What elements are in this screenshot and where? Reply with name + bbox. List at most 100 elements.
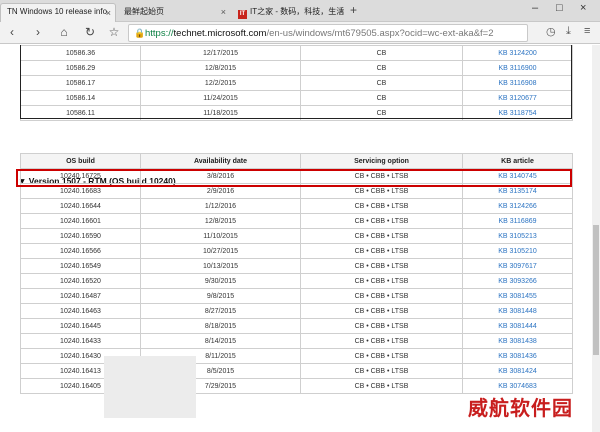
back-icon[interactable]: ‹ — [4, 25, 20, 39]
version-1507-table: OS build Availability date Servicing optio… — [20, 153, 573, 394]
os-build-cell: 10240.16683 — [20, 183, 141, 199]
column-header: Servicing option — [300, 153, 463, 169]
table-row: 10240.16725 3/8/2016 CB • CBB • LTSB KB 314… — [20, 168, 573, 184]
redacted-area — [104, 356, 196, 418]
kb-article-link[interactable]: KB 3074683 — [498, 383, 537, 390]
kb-article-link[interactable]: KB 3093266 — [498, 278, 537, 285]
servicing-option-cell: CB • CBB • LTSB — [300, 168, 463, 184]
servicing-option-cell: CB • CBB • LTSB — [300, 288, 463, 304]
availability-date-cell: 12/8/2015 — [140, 213, 301, 229]
table-row: 10240.16683 2/9/2016 CB • CBB • LTSB KB 313… — [20, 183, 573, 199]
servicing-option-cell: CB — [300, 60, 463, 76]
kb-article-link[interactable]: KB 3097617 — [498, 263, 537, 270]
kb-article-link[interactable]: KB 3081436 — [498, 353, 537, 360]
servicing-option-cell: CB • CBB • LTSB — [300, 303, 463, 319]
kb-article-link[interactable]: KB 3140745 — [498, 173, 537, 180]
kb-article-link[interactable]: KB 3120677 — [498, 95, 537, 102]
servicing-option-cell: CB • CBB • LTSB — [300, 243, 463, 259]
kb-article-link[interactable]: KB 3124200 — [498, 50, 537, 57]
column-header: KB article — [462, 153, 573, 169]
kb-article-link[interactable]: KB 3116869 — [498, 218, 536, 225]
kb-article-cell: KB 3081424 — [462, 363, 573, 379]
kb-article-cell: KB 3116908 — [462, 75, 573, 91]
kb-article-link[interactable]: KB 3081444 — [498, 323, 537, 330]
url-text: https://technet.microsoft.com/en-us/wind… — [145, 28, 494, 39]
kb-article-link[interactable]: KB 3081455 — [498, 293, 537, 300]
servicing-option-cell: CB — [300, 75, 463, 91]
kb-article-cell: KB 3116869 — [462, 213, 573, 229]
table-row: 10240.16566 10/27/2015 CB • CBB • LTSB KB 3… — [20, 243, 573, 259]
availability-date-cell: 3/8/2016 — [140, 168, 301, 184]
forward-icon[interactable]: › — [30, 25, 46, 39]
close-icon[interactable]: × — [221, 7, 226, 17]
kb-article-link[interactable]: KB 3135174 — [498, 188, 537, 195]
kb-article-link[interactable]: KB 3081424 — [498, 368, 537, 375]
table-header-row: OS build Availability date Servicing optio… — [20, 153, 573, 169]
kb-article-cell: KB 3081444 — [462, 318, 573, 334]
browser-toolbar: ‹ › ⌂ ↻ ☆ 🔒 https://technet.microsoft.co… — [0, 22, 600, 44]
kb-article-cell: KB 3105210 — [462, 243, 573, 259]
close-icon[interactable]: × — [106, 8, 111, 18]
history-icon[interactable]: ◷ — [546, 25, 556, 38]
os-build-cell: 10240.16725 — [20, 168, 141, 184]
tab-ithome[interactable]: IT IT之家 - 数码，科技，生活 × — [232, 3, 348, 22]
os-build-cell: 10240.16566 — [20, 243, 141, 259]
maximize-icon[interactable]: □ — [556, 2, 563, 14]
table-row: 10240.16549 10/13/2015 CB • CBB • LTSB KB 3… — [20, 258, 573, 274]
kb-article-link[interactable]: KB 3116908 — [498, 80, 536, 87]
kb-article-link[interactable]: KB 3118754 — [498, 110, 536, 117]
kb-article-cell: KB 3081436 — [462, 348, 573, 364]
scroll-thumb[interactable] — [593, 225, 599, 355]
version-1511-table: 10586.36 12/17/2015 CB KB 3124200 10586.29 12… — [20, 45, 573, 121]
kb-article-cell: KB 3120677 — [462, 90, 573, 106]
table-row: 10240.16433 8/14/2015 CB • CBB • LTSB KB 30… — [20, 333, 573, 349]
kb-article-cell: KB 3105213 — [462, 228, 573, 244]
tab-technet[interactable]: TN Windows 10 release info × — [0, 3, 116, 22]
os-build-cell: 10586.14 — [20, 90, 141, 106]
availability-date-cell: 10/13/2015 — [140, 258, 301, 274]
kb-article-link[interactable]: KB 3116900 — [498, 65, 536, 72]
servicing-option-cell: CB • CBB • LTSB — [300, 183, 463, 199]
kb-article-link[interactable]: KB 3105213 — [498, 233, 537, 240]
kb-article-cell: KB 3093266 — [462, 273, 573, 289]
minimize-icon[interactable]: – — [532, 2, 538, 14]
kb-article-link[interactable]: KB 3081448 — [498, 308, 537, 315]
table-row: 10240.16445 8/18/2015 CB • CBB • LTSB KB 30… — [20, 318, 573, 334]
tab-label: 最鲜起始页 — [124, 7, 164, 16]
availability-date-cell: 9/30/2015 — [140, 273, 301, 289]
new-tab-icon[interactable]: + — [350, 3, 357, 17]
tab-start-page[interactable]: 最鲜起始页 × — [118, 3, 230, 22]
kb-article-cell: KB 3124200 — [462, 45, 573, 61]
kb-article-cell: KB 3081438 — [462, 333, 573, 349]
vertical-scrollbar[interactable] — [592, 45, 600, 432]
os-build-cell: 10240.16549 — [20, 258, 141, 274]
close-icon[interactable]: × — [339, 7, 344, 17]
kb-article-cell: KB 3118754 — [462, 105, 573, 121]
reload-icon[interactable]: ↻ — [82, 25, 98, 39]
servicing-option-cell: CB — [300, 45, 463, 61]
availability-date-cell: 9/8/2015 — [140, 288, 301, 304]
os-build-cell: 10240.16644 — [20, 198, 141, 214]
home-icon[interactable]: ⌂ — [56, 25, 72, 39]
os-build-cell: 10586.29 — [20, 60, 141, 76]
servicing-option-cell: CB • CBB • LTSB — [300, 378, 463, 394]
tab-strip: TN Windows 10 release info × 最鲜起始页 × IT I… — [0, 0, 600, 22]
servicing-option-cell: CB • CBB • LTSB — [300, 348, 463, 364]
kb-article-link[interactable]: KB 3081438 — [498, 338, 537, 345]
download-icon[interactable]: ⤓ — [566, 25, 571, 38]
os-build-cell: 10240.16463 — [20, 303, 141, 319]
menu-icon[interactable]: ≡ — [584, 25, 590, 37]
bookmark-star-icon[interactable]: ☆ — [106, 25, 122, 39]
window-close-icon[interactable]: × — [580, 2, 586, 14]
kb-article-cell: KB 3081448 — [462, 303, 573, 319]
table-row: 10240.16644 1/12/2016 CB • CBB • LTSB KB 31… — [20, 198, 573, 214]
servicing-option-cell: CB — [300, 105, 463, 121]
lock-icon: 🔒 — [134, 28, 146, 38]
availability-date-cell: 12/2/2015 — [140, 75, 301, 91]
address-bar[interactable]: 🔒 https://technet.microsoft.com/en-us/wi… — [128, 24, 528, 42]
servicing-option-cell: CB • CBB • LTSB — [300, 273, 463, 289]
kb-article-link[interactable]: KB 3124266 — [498, 203, 537, 210]
table-row: 10586.11 11/18/2015 CB KB 3118754 — [20, 105, 573, 121]
os-build-cell: 10240.16601 — [20, 213, 141, 229]
kb-article-link[interactable]: KB 3105210 — [498, 248, 537, 255]
